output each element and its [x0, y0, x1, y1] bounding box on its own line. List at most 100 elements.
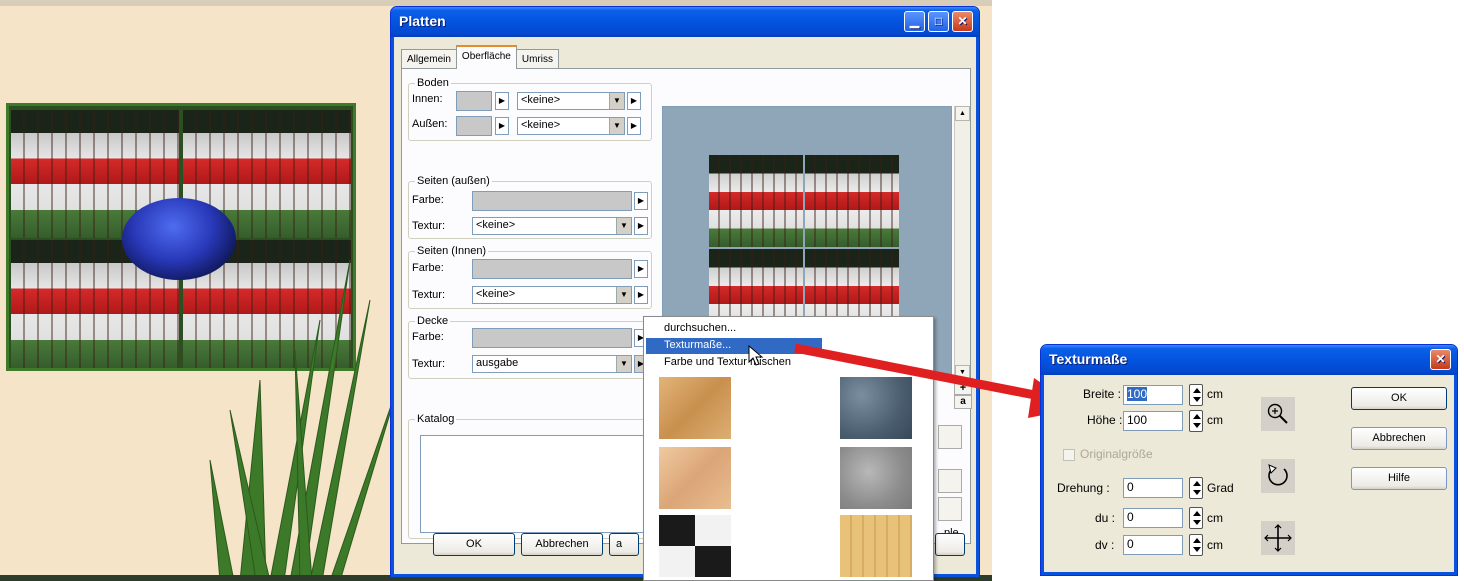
play-arrow-icon[interactable]: ▶	[634, 286, 648, 304]
plant-graphic	[209, 260, 401, 581]
decke-textur-label: Textur:	[412, 358, 446, 370]
dropdown-arrow-icon[interactable]: ▼	[616, 218, 631, 234]
play-arrow-icon[interactable]: ▶	[495, 92, 509, 110]
breite-spinner[interactable]	[1189, 384, 1203, 406]
seiten-innen-textur-label: Textur:	[412, 289, 446, 301]
dv-label: dv :	[1095, 538, 1115, 552]
decke-color-swatch[interactable]	[472, 328, 632, 348]
minimize-icon[interactable]: ▁	[904, 11, 925, 32]
texture-swatch-wood-light[interactable]	[659, 377, 731, 439]
dropdown-arrow-icon[interactable]: ▼	[616, 287, 631, 303]
innen-texture-value: <keine>	[521, 94, 561, 106]
catalog-side-button[interactable]	[938, 497, 962, 521]
decke-texture-value: ausgabe	[476, 357, 519, 369]
help-button[interactable]: Hilfe	[1351, 467, 1447, 490]
tab-umriss[interactable]: Umriss	[515, 49, 559, 69]
texture-swatch-pine[interactable]	[840, 515, 912, 577]
menu-item-durchsuchen[interactable]: durchsuchen...	[646, 321, 822, 337]
texture-swatch-wood-pale[interactable]	[659, 447, 731, 509]
breite-label: Breite :	[1083, 387, 1122, 401]
innen-label: Innen:	[412, 93, 443, 105]
seiten-innen-farbe-label: Farbe:	[412, 262, 444, 274]
seiten-aussen-color-swatch[interactable]	[472, 191, 632, 211]
texturmasse-title-bar[interactable]: Texturmaße ✕	[1041, 345, 1457, 375]
decke-farbe-label: Farbe:	[412, 331, 444, 343]
rotate-icon[interactable]	[1261, 459, 1295, 493]
aussen-texture-select[interactable]: <keine> ▼	[517, 117, 625, 135]
texturmasse-dialog: Texturmaße ✕ Breite : 100 cm Höhe : 100 …	[1040, 344, 1458, 576]
play-arrow-icon[interactable]: ▶	[634, 217, 648, 235]
seiten-aussen-textur-label: Textur:	[412, 220, 446, 232]
aussen-label: Außen:	[412, 118, 448, 130]
seiten-aussen-farbe-label: Farbe:	[412, 194, 444, 206]
originalgroesse-checkbox[interactable]	[1063, 449, 1075, 461]
help-partial-button[interactable]	[935, 533, 965, 556]
du-label: du :	[1095, 511, 1116, 525]
aussen-color-swatch[interactable]	[456, 116, 492, 136]
du-unit: cm	[1207, 511, 1223, 525]
play-arrow-icon[interactable]: ▶	[634, 192, 648, 210]
decke-texture-select[interactable]: ausgabe ▼	[472, 355, 632, 373]
aussen-texture-value: <keine>	[521, 119, 561, 131]
hoehe-input[interactable]: 100	[1123, 411, 1183, 431]
platten-title: Platten	[399, 13, 446, 29]
texturmasse-title: Texturmaße	[1049, 351, 1128, 367]
originalgroesse-label: Originalgröße	[1080, 447, 1153, 461]
dv-spinner[interactable]	[1189, 534, 1203, 556]
catalog-side-button[interactable]	[938, 469, 962, 493]
partial-button[interactable]: a	[609, 533, 639, 556]
play-arrow-icon[interactable]: ▶	[627, 117, 641, 135]
dropdown-arrow-icon[interactable]: ▼	[609, 93, 624, 109]
maximize-icon[interactable]: □	[928, 11, 949, 32]
cancel-button[interactable]: Abbrechen	[1351, 427, 1447, 450]
play-arrow-icon[interactable]: ▶	[634, 260, 648, 278]
seiten-aussen-texture-select[interactable]: <keine> ▼	[472, 217, 632, 235]
close-icon[interactable]: ✕	[952, 11, 973, 32]
catalog-side-button[interactable]	[938, 425, 962, 449]
hoehe-spinner[interactable]	[1189, 410, 1203, 432]
dropdown-arrow-icon[interactable]: ▼	[609, 118, 624, 134]
cancel-button[interactable]: Abbrechen	[521, 533, 603, 556]
katalog-legend: Katalog	[415, 413, 457, 425]
mouse-pointer-icon	[748, 345, 764, 366]
dv-input[interactable]: 0	[1123, 535, 1183, 555]
du-spinner[interactable]	[1189, 507, 1203, 529]
drehung-input[interactable]: 0	[1123, 478, 1183, 498]
seiten-innen-legend: Seiten (Innen)	[415, 245, 489, 257]
drehung-unit: Grad	[1207, 481, 1234, 495]
katalog-list[interactable]	[420, 435, 660, 533]
seiten-innen-texture-select[interactable]: <keine> ▼	[472, 286, 632, 304]
scroll-up-icon[interactable]: ▲	[955, 106, 970, 121]
tab-oberflaeche[interactable]: Oberfläche	[455, 45, 517, 69]
seiten-innen-texture-value: <keine>	[476, 288, 516, 300]
tab-allgemein[interactable]: Allgemein	[401, 49, 457, 69]
seiten-aussen-texture-value: <keine>	[476, 219, 516, 231]
move-icon[interactable]	[1261, 521, 1295, 555]
preview-photo-tile	[709, 155, 803, 247]
innen-texture-select[interactable]: <keine> ▼	[517, 92, 625, 110]
texture-swatch-checker[interactable]	[659, 515, 731, 577]
texturmasse-body: Breite : 100 cm Höhe : 100 cm Originalgr…	[1045, 375, 1453, 571]
hoehe-label: Höhe :	[1087, 413, 1123, 427]
drehung-spinner[interactable]	[1189, 477, 1203, 499]
innen-color-swatch[interactable]	[456, 91, 492, 111]
play-arrow-icon[interactable]: ▶	[495, 117, 509, 135]
breite-unit: cm	[1207, 387, 1223, 401]
drehung-label: Drehung :	[1057, 481, 1110, 495]
dropdown-arrow-icon[interactable]: ▼	[616, 356, 631, 372]
seiten-innen-color-swatch[interactable]	[472, 259, 632, 279]
ok-button[interactable]: OK	[1351, 387, 1447, 410]
decke-legend: Decke	[415, 315, 451, 327]
breite-input[interactable]: 100	[1123, 385, 1183, 405]
platten-title-bar[interactable]: Platten ▁ □ ✕	[391, 7, 979, 37]
texture-swatch-grey-granite[interactable]	[840, 447, 912, 509]
hoehe-unit: cm	[1207, 413, 1223, 427]
close-icon[interactable]: ✕	[1430, 349, 1451, 370]
play-arrow-icon[interactable]: ▶	[627, 92, 641, 110]
boden-legend: Boden	[415, 77, 451, 89]
ok-button[interactable]: OK	[433, 533, 515, 556]
seiten-aussen-legend: Seiten (außen)	[415, 175, 492, 187]
du-input[interactable]: 0	[1123, 508, 1183, 528]
zoom-in-icon[interactable]	[1261, 397, 1295, 431]
dv-unit: cm	[1207, 538, 1223, 552]
